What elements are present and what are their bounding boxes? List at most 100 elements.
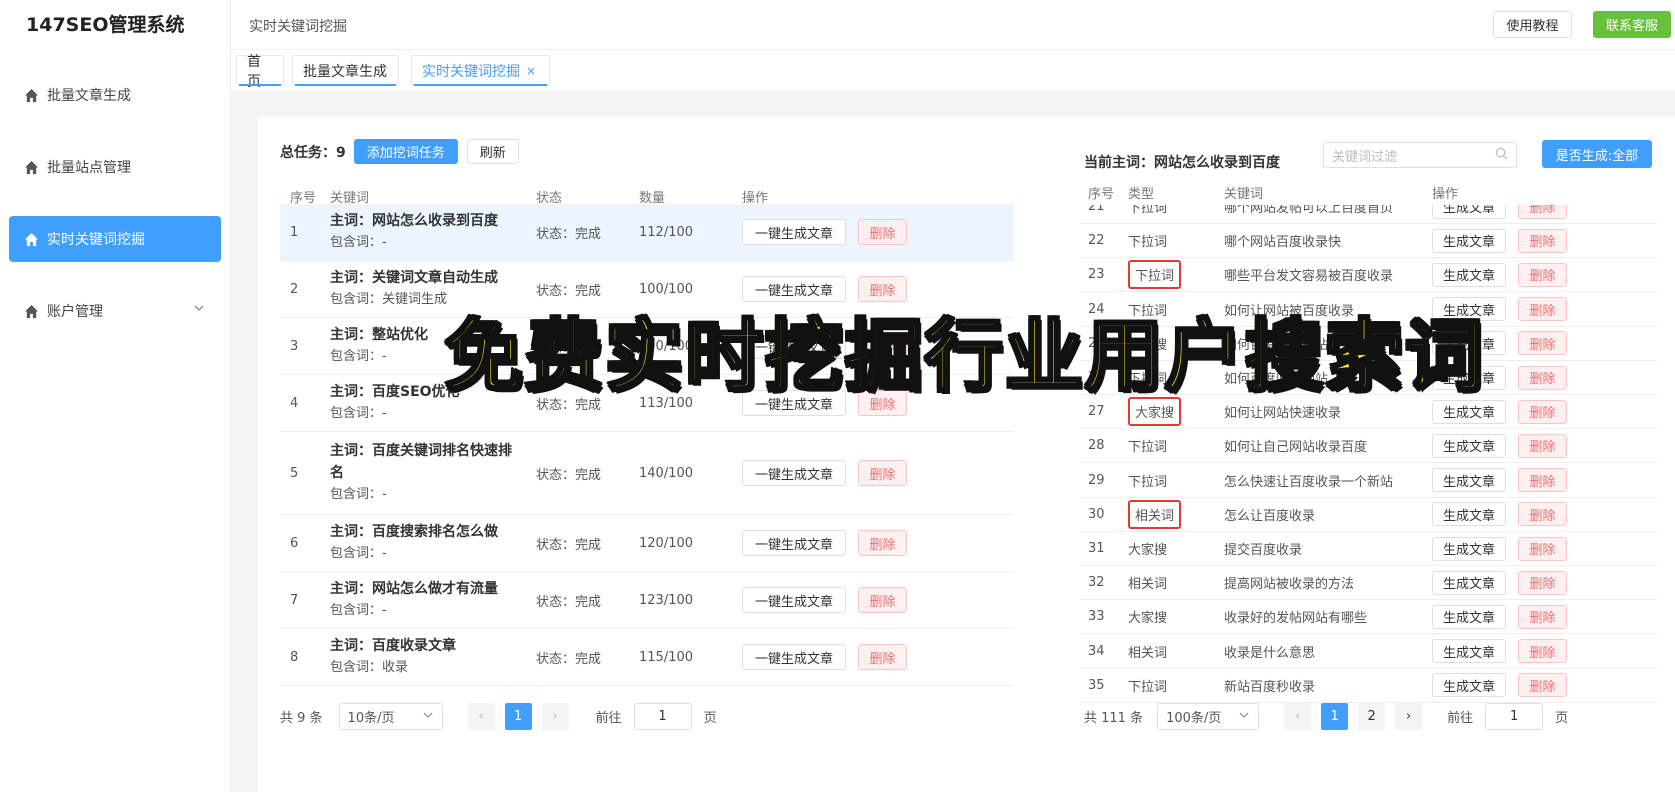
delete-keyword-button[interactable]: 删除 xyxy=(1518,536,1567,561)
top-bar: 实时关键词挖掘 使用教程 联系客服 xyxy=(231,0,1675,50)
task-status: 状态：完成 xyxy=(536,283,602,299)
page-unit-label: 页 xyxy=(703,711,717,726)
generate-articles-button[interactable]: 一键生成文章 xyxy=(742,460,847,486)
task-keyword: 主词：网站怎么收录到百度 包含词：- xyxy=(330,210,536,254)
generate-filter-button[interactable]: 是否生成:全部 xyxy=(1542,140,1652,168)
generate-article-button[interactable]: 生成文章 xyxy=(1432,502,1506,527)
delete-keyword-button[interactable]: 删除 xyxy=(1518,570,1567,595)
task-index: 6 xyxy=(290,535,299,551)
keyword-actions: 生成文章 删除 xyxy=(1432,673,1567,698)
delete-keyword-button[interactable]: 删除 xyxy=(1518,228,1567,253)
close-icon[interactable]: × xyxy=(526,64,536,78)
keyword-row: 34 相关词 收录是什么意思 生成文章 删除 xyxy=(1080,635,1657,669)
tab-home[interactable]: 首页 xyxy=(236,54,284,90)
sidebar-item-keyword-mining[interactable]: 实时关键词挖掘 xyxy=(9,216,221,262)
page-1-button[interactable]: 1 xyxy=(504,703,532,730)
delete-task-button[interactable]: 删除 xyxy=(858,460,908,486)
delete-keyword-button[interactable]: 删除 xyxy=(1518,399,1567,424)
generate-articles-button[interactable]: 一键生成文章 xyxy=(742,644,847,670)
col-op-header: 操作 xyxy=(1432,186,1459,202)
delete-task-button[interactable]: 删除 xyxy=(858,530,908,556)
next-page-button[interactable]: › xyxy=(541,703,569,730)
generate-article-button[interactable]: 生成文章 xyxy=(1432,262,1506,287)
prev-page-button[interactable]: ‹ xyxy=(467,703,495,730)
task-include-keyword: 包含词：收录 xyxy=(330,660,409,675)
generate-article-button[interactable]: 生成文章 xyxy=(1432,570,1506,595)
promo-overlay-text: 免费实时挖掘行业用户搜索词 xyxy=(443,311,1485,404)
generate-articles-button[interactable]: 一键生成文章 xyxy=(742,219,847,245)
goto-page-input[interactable]: 1 xyxy=(633,703,692,730)
generate-articles-button[interactable]: 一键生成文章 xyxy=(742,276,847,302)
page-2-button[interactable]: 2 xyxy=(1358,703,1386,730)
keyword-filter-input[interactable]: 关键词过滤 xyxy=(1323,142,1517,168)
generate-article-button[interactable]: 生成文章 xyxy=(1432,604,1506,629)
delete-task-button[interactable]: 删除 xyxy=(858,219,908,245)
generate-article-button[interactable]: 生成文章 xyxy=(1432,639,1506,664)
delete-keyword-button[interactable]: 删除 xyxy=(1518,331,1567,356)
tab-batch-articles[interactable]: 批量文章生成 xyxy=(292,55,399,86)
delete-keyword-button[interactable]: 删除 xyxy=(1518,297,1567,322)
task-keyword: 主词：百度收录文章 包含词：收录 xyxy=(330,635,536,679)
next-page-button[interactable]: › xyxy=(1395,703,1423,730)
keyword-type-cell: 下拉词 xyxy=(1122,231,1224,250)
refresh-button[interactable]: 刷新 xyxy=(466,139,519,164)
keyword-index: 30 xyxy=(1088,506,1105,522)
delete-keyword-button[interactable]: 删除 xyxy=(1518,673,1567,698)
generate-article-button[interactable]: 生成文章 xyxy=(1432,399,1506,424)
task-status: 状态：完成 xyxy=(536,594,602,610)
delete-keyword-button[interactable]: 删除 xyxy=(1518,604,1567,629)
home-icon xyxy=(23,87,39,103)
total-tasks-label: 总任务：9 xyxy=(280,142,346,162)
generate-article-button[interactable]: 生成文章 xyxy=(1432,468,1506,493)
highlight-box: 相关词 xyxy=(1128,499,1182,529)
keyword-actions: 生成文章 删除 xyxy=(1432,468,1567,493)
sidebar-item-label: 批量文章生成 xyxy=(47,88,131,104)
prev-page-button[interactable]: ‹ xyxy=(1284,703,1312,730)
home-icon xyxy=(23,159,39,175)
task-main-keyword: 主词：网站怎么收录到百度 xyxy=(330,213,498,229)
delete-keyword-button[interactable]: 删除 xyxy=(1518,365,1567,390)
delete-keyword-button[interactable]: 删除 xyxy=(1518,502,1567,527)
tab-keyword-mining[interactable]: 实时关键词挖掘 × xyxy=(411,55,550,86)
add-mining-task-button[interactable]: 添加挖词任务 xyxy=(353,139,458,164)
task-count: 120/100 xyxy=(639,535,694,551)
delete-keyword-button[interactable]: 删除 xyxy=(1518,433,1567,458)
contact-support-button[interactable]: 联系客服 xyxy=(1593,11,1671,38)
tutorial-button[interactable]: 使用教程 xyxy=(1493,11,1572,38)
keyword-index: 34 xyxy=(1088,643,1105,659)
keyword-type: 下拉词 xyxy=(1128,440,1168,456)
generate-articles-button[interactable]: 一键生成文章 xyxy=(742,587,847,613)
keyword-text: 怎么快速让百度收录一个新站 xyxy=(1224,474,1394,490)
keyword-actions: 生成文章 删除 xyxy=(1432,604,1567,629)
sidebar-item-batch-articles[interactable]: 批量文章生成 xyxy=(9,72,221,118)
tab-label: 批量文章生成 xyxy=(303,63,387,80)
delete-keyword-button[interactable]: 删除 xyxy=(1518,468,1567,493)
generate-article-button[interactable]: 生成文章 xyxy=(1432,536,1506,561)
delete-keyword-button[interactable]: 删除 xyxy=(1518,262,1567,287)
page-size-select[interactable]: 10条/页 xyxy=(338,703,443,730)
delete-task-button[interactable]: 删除 xyxy=(858,644,908,670)
goto-page-input[interactable]: 1 xyxy=(1485,703,1544,730)
sidebar: 147SEO管理系统 批量文章生成 批量站点管理 实时关键词挖掘 账户管理 xyxy=(0,0,231,792)
generate-article-button[interactable]: 生成文章 xyxy=(1432,673,1506,698)
col-type-header: 类型 xyxy=(1128,186,1155,202)
keyword-type: 相关词 xyxy=(1135,508,1175,524)
delete-task-button[interactable]: 删除 xyxy=(858,587,908,613)
generate-articles-button[interactable]: 一键生成文章 xyxy=(742,530,847,556)
task-row: 6 主词：百度搜索排名怎么做 包含词：- 状态：完成 120/100 一键生成文章 删除 xyxy=(280,515,1014,572)
page-size-select[interactable]: 100条/页 xyxy=(1157,703,1260,730)
generate-article-button[interactable]: 生成文章 xyxy=(1432,433,1506,458)
page-size-value: 10条/页 xyxy=(347,711,395,726)
keyword-row: 23 下拉词 哪些平台发文容易被百度收录 生成文章 删除 xyxy=(1080,258,1657,293)
sidebar-item-account[interactable]: 账户管理 xyxy=(9,288,221,334)
delete-task-button[interactable]: 删除 xyxy=(858,276,908,302)
breadcrumb: 实时关键词挖掘 xyxy=(249,19,347,35)
keyword-row: 35 下拉词 新站百度秒收录 生成文章 删除 xyxy=(1080,669,1657,703)
task-row: 2 主词：关键词文章自动生成 包含词：关键词生成 状态：完成 100/100 一键生成文章… xyxy=(280,261,1014,318)
task-index: 7 xyxy=(290,592,299,608)
page-1-button[interactable]: 1 xyxy=(1321,703,1349,730)
delete-keyword-button[interactable]: 删除 xyxy=(1518,639,1567,664)
generate-article-button[interactable]: 生成文章 xyxy=(1432,228,1506,253)
sidebar-item-batch-sites[interactable]: 批量站点管理 xyxy=(9,144,221,190)
keyword-table: 序号 类型 关键词 操作 21 下拉词 哪个网站发帖可以上百度首页 生成文章 删除 22 下… xyxy=(1080,179,1657,727)
